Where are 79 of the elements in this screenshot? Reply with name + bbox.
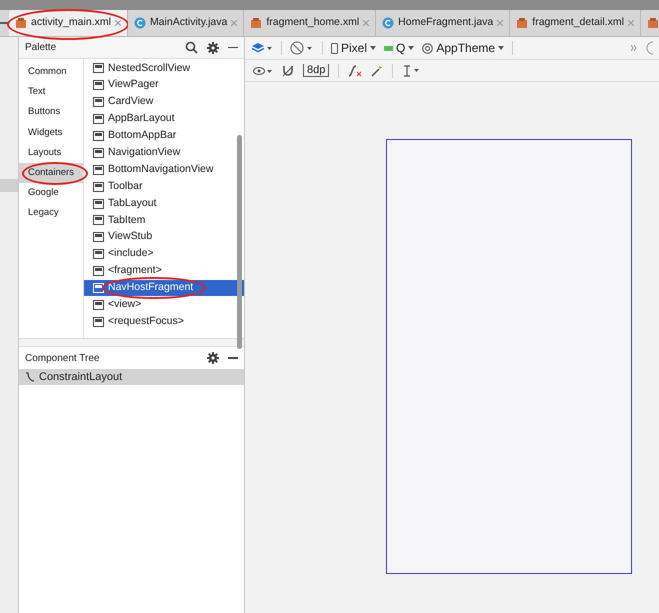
- category-item[interactable]: Buttons: [19, 102, 83, 123]
- category-item[interactable]: Text: [19, 82, 83, 102]
- minimize-icon[interactable]: [228, 46, 238, 48]
- constraint-icon: [25, 372, 35, 382]
- widget-icon: [93, 215, 104, 226]
- xml-file-icon: [516, 17, 528, 29]
- palette-item[interactable]: BottomAppBar: [84, 128, 244, 144]
- clear-constraints-icon[interactable]: [348, 64, 362, 76]
- category-item[interactable]: Legacy: [19, 203, 83, 224]
- category-item[interactable]: Layouts: [19, 142, 83, 163]
- widget-icon: [93, 63, 104, 74]
- magic-wand-icon[interactable]: [371, 64, 384, 76]
- caret-icon: [498, 46, 504, 50]
- theme-icon: [422, 42, 434, 54]
- category-item[interactable]: Google: [19, 183, 83, 204]
- close-icon[interactable]: [114, 20, 121, 26]
- widget-icon: [93, 148, 104, 158]
- widget-icon: [93, 232, 104, 242]
- widget-icon: [93, 80, 104, 90]
- close-icon[interactable]: [497, 20, 504, 26]
- close-icon[interactable]: [231, 20, 238, 26]
- caret-icon: [408, 46, 414, 50]
- class-icon: [134, 17, 146, 29]
- tree-node[interactable]: ConstraintLayout: [19, 369, 244, 385]
- widget-icon: [93, 131, 104, 141]
- zoom-icon[interactable]: [645, 41, 653, 55]
- overflow-icon[interactable]: [631, 45, 637, 51]
- widget-icon: [93, 316, 104, 327]
- widget-icon: [93, 249, 104, 260]
- palette-item[interactable]: CardView: [84, 94, 244, 111]
- palette-item[interactable]: NestedScrollView: [84, 60, 244, 77]
- palette-item[interactable]: Toolbar: [84, 178, 244, 196]
- xml-file-icon: [250, 17, 262, 29]
- settings-icon[interactable]: [207, 42, 219, 54]
- palette-item[interactable]: NavigationView: [84, 144, 244, 162]
- settings-icon[interactable]: [207, 352, 219, 364]
- widget-icon: [93, 266, 104, 276]
- palette-item[interactable]: NavHostFragment: [84, 280, 244, 296]
- palette-item[interactable]: <fragment>: [84, 262, 244, 280]
- scrollbar[interactable]: [237, 135, 242, 349]
- widget-icon: [93, 283, 104, 294]
- widget-icon: [93, 114, 104, 124]
- margin-button[interactable]: 8dp: [303, 64, 330, 77]
- orientation-icon[interactable]: [290, 41, 314, 55]
- widget-icon: [93, 300, 104, 310]
- category-item[interactable]: Common: [19, 62, 83, 82]
- xml-file-icon: [646, 17, 659, 29]
- palette-item[interactable]: ViewStub: [84, 228, 244, 246]
- widget-icon: [93, 97, 104, 108]
- palette-item[interactable]: AppBarLayout: [84, 110, 244, 128]
- caret-icon: [370, 46, 376, 50]
- category-item[interactable]: Widgets: [19, 122, 83, 143]
- layers-icon[interactable]: [251, 42, 273, 54]
- widget-icon: [93, 198, 104, 209]
- android-icon: [384, 46, 394, 50]
- widget-icon: [93, 182, 104, 192]
- panel-splitter[interactable]: [19, 339, 244, 347]
- theme-dropdown[interactable]: AppTheme: [422, 39, 504, 57]
- palette-item[interactable]: TabLayout: [84, 195, 244, 212]
- eye-icon[interactable]: [253, 66, 273, 76]
- api-dropdown[interactable]: Q: [384, 39, 414, 57]
- editor-tab[interactable]: MainActivity.java: [128, 10, 244, 36]
- palette-item[interactable]: TabItem: [84, 212, 244, 229]
- palette-item[interactable]: ViewPager: [84, 76, 244, 94]
- device-dropdown[interactable]: Pixel: [331, 39, 376, 57]
- phone-icon: [331, 42, 338, 54]
- close-icon[interactable]: [628, 20, 634, 26]
- close-icon[interactable]: [363, 20, 370, 26]
- xml-file-icon: [15, 17, 27, 29]
- palette-item[interactable]: <view>: [84, 296, 244, 314]
- search-icon[interactable]: [185, 41, 198, 54]
- panel-title: Palette: [25, 41, 58, 55]
- panel-title: Component Tree: [25, 352, 100, 366]
- class-icon: [382, 17, 394, 29]
- palette-item[interactable]: <requestFocus>: [84, 313, 244, 330]
- palette-item[interactable]: <include>: [84, 246, 244, 263]
- palette-item[interactable]: BottomNavigationView: [84, 161, 244, 178]
- widget-icon: [93, 164, 104, 175]
- magnet-icon[interactable]: [282, 64, 294, 76]
